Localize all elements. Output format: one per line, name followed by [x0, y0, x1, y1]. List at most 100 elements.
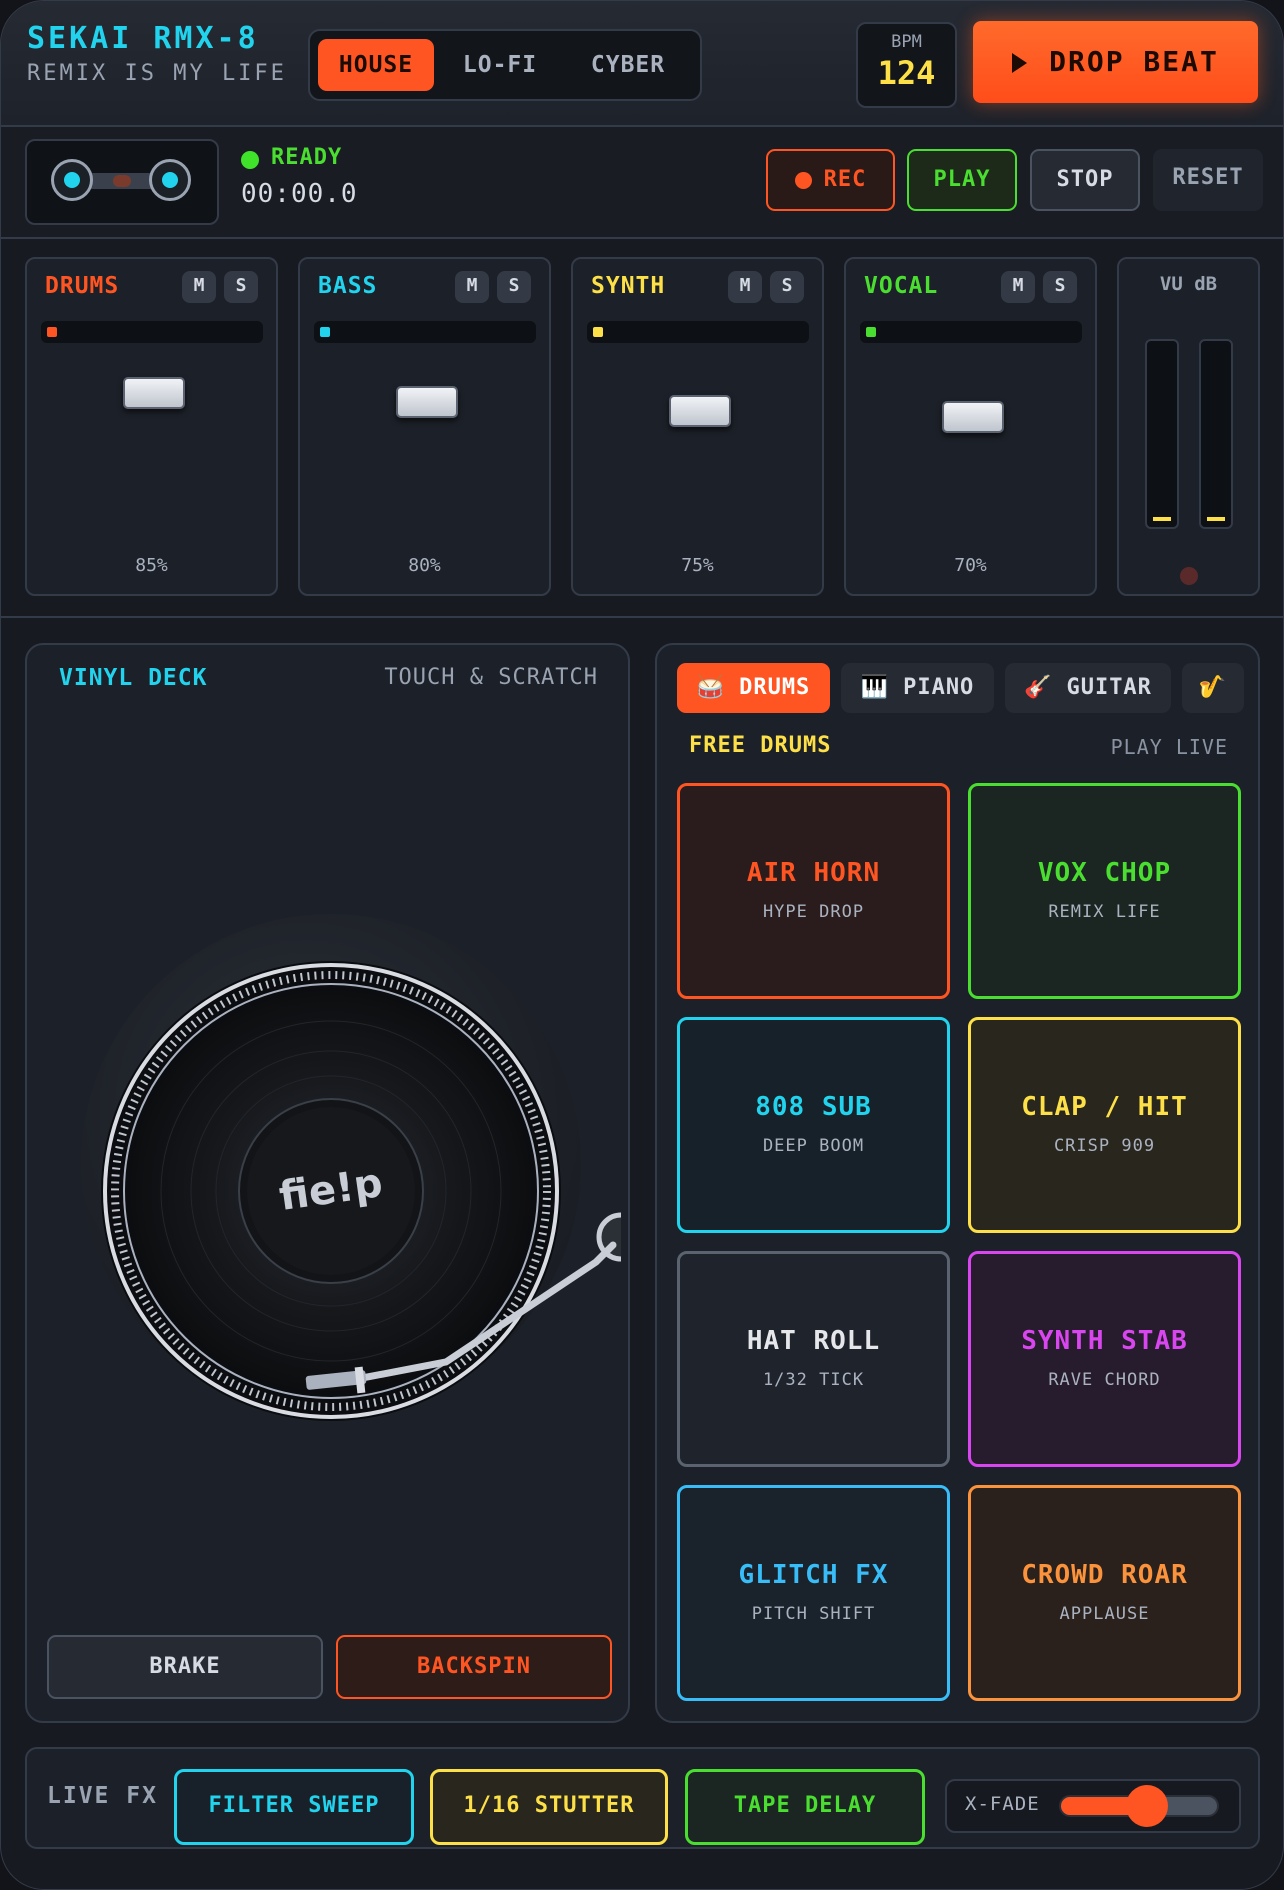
- clip-led: [1180, 567, 1198, 585]
- bpm-label: BPM: [891, 32, 922, 52]
- backspin-button[interactable]: BACKSPIN: [336, 1635, 612, 1699]
- filter-sweep-button[interactable]: FILTER SWEEP: [174, 1769, 414, 1845]
- pad-subtitle: CRISP 909: [1053, 1136, 1156, 1156]
- pad-subtitle: RAVE CHORD: [1048, 1370, 1161, 1390]
- tab-saxophone[interactable]: 🎷: [1182, 663, 1244, 713]
- channel-name: SYNTH: [591, 273, 666, 299]
- pad-crowd-roar[interactable]: CROWD ROAR APPLAUSE: [968, 1485, 1241, 1701]
- piano-icon: 🎹: [860, 675, 890, 700]
- deck-title: VINYL DECK: [59, 665, 208, 691]
- channel-level: 85%: [135, 555, 168, 576]
- crossfader-knob[interactable]: [1126, 1785, 1168, 1827]
- solo-button[interactable]: S: [224, 271, 258, 303]
- volume-fader[interactable]: [396, 386, 458, 418]
- mute-button[interactable]: M: [182, 271, 216, 303]
- level-meter: [587, 321, 809, 343]
- mute-button[interactable]: M: [455, 271, 489, 303]
- tab-piano[interactable]: 🎹 PIANO: [841, 663, 994, 713]
- tab-drums[interactable]: 🥁 DRUMS: [677, 663, 830, 713]
- section-divider: [1, 616, 1283, 618]
- meter-fill: [593, 327, 603, 337]
- saxophone-icon: 🎷: [1198, 675, 1228, 700]
- pad-clap-hit[interactable]: CLAP / HIT CRISP 909: [968, 1017, 1241, 1233]
- top-bar: SEKAI RMX-8 REMIX IS MY LIFE HOUSE LO-FI…: [1, 1, 1283, 127]
- vu-right-level: [1207, 517, 1225, 521]
- solo-button[interactable]: S: [770, 271, 804, 303]
- stutter-button[interactable]: 1/16 STUTTER: [430, 1769, 668, 1845]
- brake-button[interactable]: BRAKE: [47, 1635, 323, 1699]
- pad-name: GLITCH FX: [738, 1560, 889, 1590]
- drop-beat-button[interactable]: DROP BEAT: [973, 21, 1258, 103]
- genre-lofi-button[interactable]: LO-FI: [440, 39, 560, 91]
- vu-left-bar: [1145, 339, 1179, 529]
- channel-drums: DRUMS M S 85%: [25, 257, 278, 596]
- meter-fill: [866, 327, 876, 337]
- live-fx-bar: LIVE FX FILTER SWEEP 1/16 STUTTER TAPE D…: [25, 1747, 1260, 1849]
- turntable[interactable]: fie!p: [41, 907, 621, 1427]
- bpm-display[interactable]: BPM 124: [856, 22, 957, 108]
- meter-fill: [47, 327, 57, 337]
- volume-fader[interactable]: [942, 401, 1004, 433]
- crossfader-slider[interactable]: [1059, 1785, 1219, 1827]
- channel-vocal: VOCAL M S 70%: [844, 257, 1097, 596]
- crossfader-label: X-FADE: [965, 1793, 1040, 1815]
- rec-button[interactable]: REC: [766, 149, 895, 211]
- pad-name: CLAP / HIT: [1021, 1092, 1188, 1122]
- vu-left-level: [1153, 517, 1171, 521]
- genre-cyber-button[interactable]: CYBER: [568, 39, 688, 91]
- pad-hat-roll[interactable]: HAT ROLL 1/32 TICK: [677, 1251, 950, 1467]
- tape-head: [113, 175, 131, 187]
- volume-fader[interactable]: [123, 377, 185, 409]
- stop-button[interactable]: STOP: [1030, 149, 1140, 211]
- record-icon: [794, 171, 812, 189]
- pad-subtitle: PITCH SHIFT: [751, 1604, 876, 1624]
- play-icon: [1012, 53, 1028, 73]
- right-reel-icon: [149, 159, 191, 201]
- live-fx-label: LIVE FX: [47, 1783, 158, 1809]
- reset-button[interactable]: RESET: [1153, 149, 1263, 211]
- pad-name: 808 SUB: [755, 1092, 872, 1122]
- volume-fader[interactable]: [669, 395, 731, 427]
- pad-subtitle: APPLAUSE: [1059, 1604, 1150, 1624]
- genre-house-button[interactable]: HOUSE: [318, 39, 434, 91]
- channel-name: DRUMS: [45, 273, 120, 299]
- tab-guitar[interactable]: 🎸 GUITAR: [1005, 663, 1171, 713]
- vu-right-bar: [1199, 339, 1233, 529]
- channel-level: 75%: [681, 555, 714, 576]
- channel-name: VOCAL: [864, 273, 939, 299]
- mute-button[interactable]: M: [728, 271, 762, 303]
- vu-label: VU dB: [1159, 273, 1218, 295]
- tab-label: PIANO: [903, 675, 975, 700]
- app-title: SEKAI RMX-8: [27, 21, 259, 56]
- deck-hint: TOUCH & SCRATCH: [384, 665, 598, 690]
- solo-button[interactable]: S: [497, 271, 531, 303]
- tape-delay-button[interactable]: TAPE DELAY: [685, 1769, 925, 1845]
- pad-name: HAT ROLL: [746, 1326, 881, 1356]
- play-button[interactable]: PLAY: [907, 149, 1017, 211]
- solo-button[interactable]: S: [1043, 271, 1077, 303]
- guitar-icon: 🎸: [1024, 675, 1053, 700]
- channel-name: BASS: [318, 273, 378, 299]
- level-meter: [41, 321, 263, 343]
- pad-subtitle: HYPE DROP: [762, 902, 865, 922]
- pad-glitch-fx[interactable]: GLITCH FX PITCH SHIFT: [677, 1485, 950, 1701]
- bpm-value: 124: [877, 54, 936, 92]
- drum-icon: 🥁: [696, 675, 726, 700]
- level-meter: [860, 321, 1082, 343]
- pad-synth-stab[interactable]: SYNTH STAB RAVE CHORD: [968, 1251, 1241, 1467]
- pad-air-horn[interactable]: AIR HORN HYPE DROP: [677, 783, 950, 999]
- genre-selector: HOUSE LO-FI CYBER: [308, 29, 702, 101]
- app-subtitle: REMIX IS MY LIFE: [27, 61, 287, 86]
- channel-level: 70%: [954, 555, 987, 576]
- vu-meter: VU dB: [1117, 257, 1260, 596]
- mute-button[interactable]: M: [1001, 271, 1035, 303]
- crossfader: X-FADE: [945, 1779, 1241, 1833]
- channel-level: 80%: [408, 555, 441, 576]
- pad-vox-chop[interactable]: VOX CHOP REMIX LIFE: [968, 783, 1241, 999]
- pad-subtitle: REMIX LIFE: [1048, 902, 1161, 922]
- left-reel-icon: [51, 159, 93, 201]
- timer-display: 00:00.0: [241, 179, 358, 209]
- pad-name: SYNTH STAB: [1021, 1326, 1188, 1356]
- pad-808-sub[interactable]: 808 SUB DEEP BOOM: [677, 1017, 950, 1233]
- pad-subtitle: DEEP BOOM: [762, 1136, 865, 1156]
